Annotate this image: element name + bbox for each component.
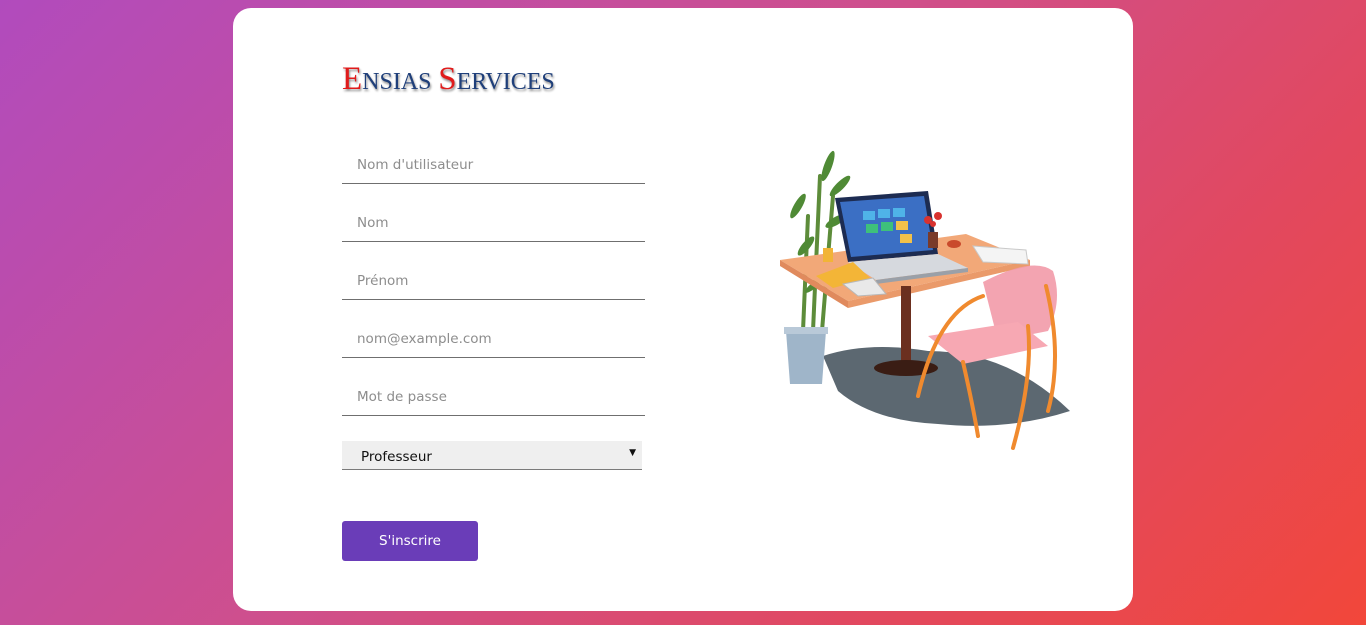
username-field-wrap	[342, 146, 645, 184]
email-input[interactable]	[342, 320, 645, 357]
signup-button[interactable]: S'inscrire	[342, 521, 478, 561]
firstname-input[interactable]	[342, 262, 645, 299]
logo-letter-e: E	[342, 61, 363, 97]
email-field-wrap	[342, 320, 645, 358]
signup-button-label: S'inscrire	[379, 533, 441, 549]
logo-word-2: ERVICES	[456, 69, 555, 95]
username-input[interactable]	[342, 146, 645, 183]
password-field-wrap	[342, 378, 645, 416]
lastname-input[interactable]	[342, 204, 645, 241]
logo-word-1: NSIAS	[362, 69, 432, 95]
caret-down-icon: ▼	[629, 448, 636, 458]
brand-logo: ENSIAS SERVICES	[342, 61, 555, 98]
signup-card: ENSIAS SERVICES Professeur ▼ S'inscrire	[233, 8, 1133, 611]
firstname-field-wrap	[342, 262, 645, 300]
lastname-field-wrap	[342, 204, 645, 242]
desk-illustration	[780, 150, 1070, 450]
role-select[interactable]: Professeur ▼	[342, 441, 642, 470]
password-input[interactable]	[342, 378, 645, 415]
logo-letter-s: S	[438, 61, 457, 97]
role-select-value: Professeur	[361, 449, 432, 465]
